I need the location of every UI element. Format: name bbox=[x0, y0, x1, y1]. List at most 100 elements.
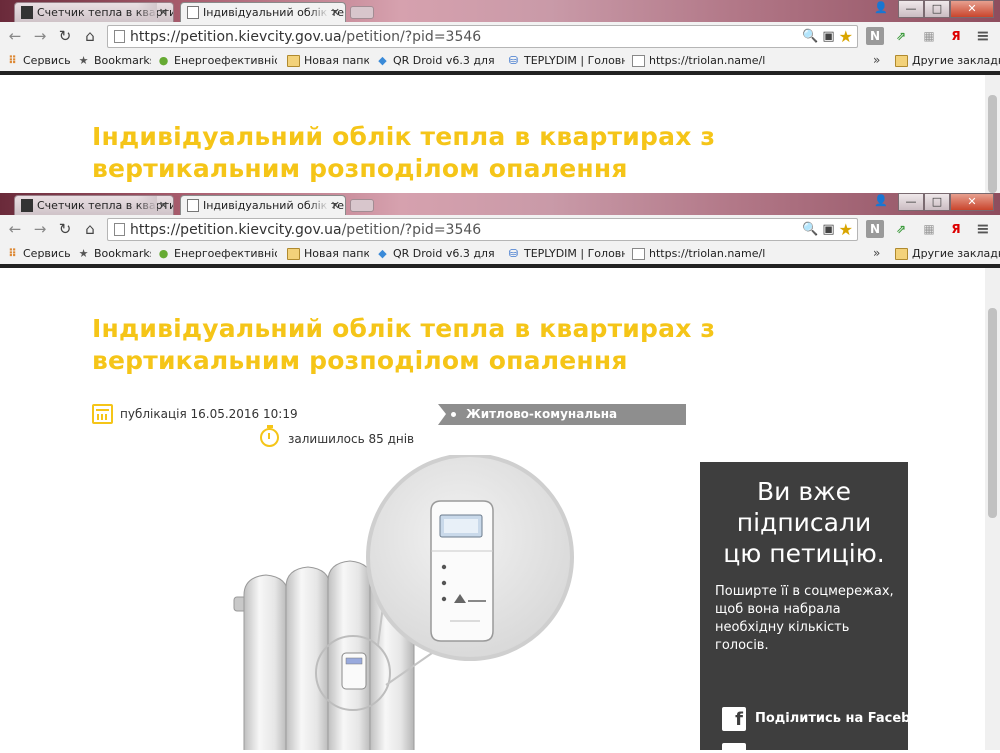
star-icon: ★ bbox=[78, 247, 89, 260]
bookmark-new-folder[interactable]: Новая папка bbox=[287, 246, 369, 262]
grid-extension-icon[interactable]: ▦ bbox=[920, 27, 938, 45]
tab-petition[interactable]: Індивідуальний облік теп ✕ bbox=[180, 2, 346, 22]
bookmarks-bar: ⠿Сервисы ★Bookmarks ●Енергоефективність … bbox=[0, 244, 1000, 264]
address-bar[interactable]: https://petition.kievcity.gov.ua/petitio… bbox=[107, 25, 858, 48]
menu-icon[interactable]: ≡ bbox=[974, 220, 992, 238]
bookmark-qr-droid[interactable]: ◆QR Droid v6.3 для An bbox=[376, 53, 496, 69]
forward-icon[interactable]: → bbox=[31, 27, 49, 45]
qr-icon: ◆ bbox=[378, 54, 387, 67]
back-icon[interactable]: ← bbox=[6, 220, 24, 238]
calendar-icon bbox=[92, 404, 113, 424]
translate-icon[interactable]: ▣ bbox=[822, 28, 834, 45]
scrollbar[interactable] bbox=[985, 268, 1000, 750]
kievcity-favicon-icon bbox=[21, 6, 33, 19]
apps-icon: ⠿ bbox=[8, 247, 17, 260]
page-info-icon[interactable] bbox=[114, 30, 125, 43]
forward-icon[interactable]: → bbox=[31, 220, 49, 238]
share-extension-icon[interactable]: ⇗ bbox=[892, 27, 910, 45]
zoom-icon[interactable]: 🔍 bbox=[802, 221, 818, 238]
yandex-extension-icon[interactable]: Я bbox=[947, 27, 965, 45]
more-bookmarks-button[interactable]: » bbox=[873, 246, 880, 260]
evernote-extension-icon[interactable]: N bbox=[866, 27, 884, 45]
bookmark-new-folder[interactable]: Новая папка bbox=[287, 53, 369, 69]
page-icon bbox=[632, 248, 645, 260]
user-icon[interactable]: 👤 bbox=[868, 0, 894, 18]
bookmark-teplydim[interactable]: ⛁ TEPLYDIM | Головна bbox=[507, 246, 625, 262]
address-bar[interactable]: https://petition.kievcity.gov.ua/petitio… bbox=[107, 218, 858, 241]
folder-icon bbox=[287, 55, 300, 67]
bookmark-services[interactable]: ⠿ Сервисы bbox=[6, 246, 70, 262]
tab-heat-meter[interactable]: Счетчик тепла в квартир ✕ bbox=[14, 2, 174, 22]
qr-icon: ◆ bbox=[378, 247, 387, 260]
leaf-icon: ● bbox=[158, 247, 169, 260]
bookmarks-bar: ⠿Сервисы ★Bookmarks ●Енергоефективність … bbox=[0, 51, 1000, 71]
url-text: https://petition.kievcity.gov.ua/petitio… bbox=[130, 222, 482, 238]
teplydim-icon: ⛁ bbox=[508, 247, 519, 260]
maximize-button[interactable]: □ bbox=[924, 0, 950, 18]
home-icon[interactable]: ⌂ bbox=[81, 220, 99, 238]
tab-strip: Счетчик тепла в квартир ✕ Індивідуальний… bbox=[0, 193, 1000, 215]
user-icon[interactable]: 👤 bbox=[868, 193, 894, 211]
zoom-icon[interactable]: 🔍 bbox=[802, 28, 818, 45]
days-remaining: залишилось 85 днів bbox=[288, 432, 415, 446]
reload-icon[interactable]: ↻ bbox=[56, 220, 74, 238]
leaf-icon: ● bbox=[158, 54, 169, 67]
close-window-button[interactable]: ✕ bbox=[950, 193, 994, 211]
page-title: Індивідуальний облік тепла в квартирах з… bbox=[92, 122, 716, 183]
close-tab-icon[interactable]: ✕ bbox=[331, 196, 340, 215]
close-tab-icon[interactable]: ✕ bbox=[159, 196, 168, 215]
category-tag[interactable]: Житлово-комунальна bbox=[438, 404, 686, 425]
home-icon[interactable]: ⌂ bbox=[81, 27, 99, 45]
bookmark-energy[interactable]: ●Енергоефективність і bbox=[157, 246, 277, 262]
bookmark-star-icon[interactable]: ★ bbox=[839, 221, 853, 238]
new-tab-button[interactable] bbox=[350, 199, 374, 212]
kievcity-favicon-icon bbox=[21, 199, 33, 212]
bookmark-triolan[interactable]: https://triolan.name/l bbox=[632, 53, 780, 69]
radiator-illustration bbox=[233, 455, 574, 750]
page-favicon-icon bbox=[187, 6, 199, 19]
close-tab-icon[interactable]: ✕ bbox=[159, 3, 168, 22]
close-tab-icon[interactable]: ✕ bbox=[331, 3, 340, 22]
other-bookmarks[interactable]: Другие закладки bbox=[895, 53, 1000, 69]
bookmark-teplydim[interactable]: ⛁ TEPLYDIM | Головна bbox=[507, 53, 625, 69]
tab-heat-meter[interactable]: Счетчик тепла в квартир ✕ bbox=[14, 195, 174, 215]
tab-petition[interactable]: Індивідуальний облік теп ✕ bbox=[180, 195, 346, 215]
folder-icon bbox=[895, 55, 908, 67]
bookmark-bookmarks[interactable]: ★ Bookmarks bbox=[77, 53, 151, 69]
close-window-button[interactable]: ✕ bbox=[950, 0, 994, 18]
page-favicon-icon bbox=[187, 199, 199, 212]
more-bookmarks-button[interactable]: » bbox=[873, 53, 880, 67]
minimize-button[interactable]: — bbox=[898, 193, 924, 211]
apps-icon: ⠿ bbox=[8, 54, 17, 67]
grid-extension-icon[interactable]: ▦ bbox=[920, 220, 938, 238]
reload-icon[interactable]: ↻ bbox=[56, 27, 74, 45]
share-extension-icon[interactable]: ⇗ bbox=[892, 220, 910, 238]
minimize-button[interactable]: — bbox=[898, 0, 924, 18]
page-icon bbox=[632, 55, 645, 67]
page-title: Індивідуальний облік тепла в квартирах з… bbox=[92, 314, 716, 375]
bookmark-services[interactable]: ⠿ Сервисы bbox=[6, 53, 70, 69]
menu-icon[interactable]: ≡ bbox=[974, 27, 992, 45]
star-icon: ★ bbox=[78, 54, 89, 67]
share-facebook-button[interactable]: f Поділитись на Facebook bbox=[722, 707, 937, 731]
twitter-icon[interactable] bbox=[722, 743, 746, 753]
signed-panel: Ви вже підписали цю петицію. Поширте її … bbox=[700, 462, 937, 753]
browser-window-top: Счетчик тепла в квартир ✕ Індивідуальний… bbox=[0, 0, 1000, 193]
bookmark-bookmarks[interactable]: ★ Bookmarks bbox=[77, 246, 151, 262]
page-info-icon[interactable] bbox=[114, 223, 125, 236]
bookmark-qr-droid[interactable]: ◆QR Droid v6.3 для An bbox=[376, 246, 496, 262]
maximize-button[interactable]: □ bbox=[924, 193, 950, 211]
bookmark-triolan[interactable]: https://triolan.name/l bbox=[632, 246, 780, 262]
yandex-extension-icon[interactable]: Я bbox=[947, 220, 965, 238]
evernote-extension-icon[interactable]: N bbox=[866, 220, 884, 238]
translate-icon[interactable]: ▣ bbox=[822, 221, 834, 238]
share-prompt: Поширте її в соцмережах, щоб вона набрал… bbox=[715, 584, 894, 653]
back-icon[interactable]: ← bbox=[6, 27, 24, 45]
bookmark-star-icon[interactable]: ★ bbox=[839, 28, 853, 45]
bookmark-energy[interactable]: ●Енергоефективність і bbox=[157, 53, 277, 69]
scrollbar[interactable] bbox=[985, 75, 1000, 193]
folder-icon bbox=[895, 248, 908, 260]
other-bookmarks[interactable]: Другие закладки bbox=[895, 246, 1000, 262]
tab-strip: Счетчик тепла в квартир ✕ Індивідуальний… bbox=[0, 0, 1000, 22]
new-tab-button[interactable] bbox=[350, 6, 374, 19]
